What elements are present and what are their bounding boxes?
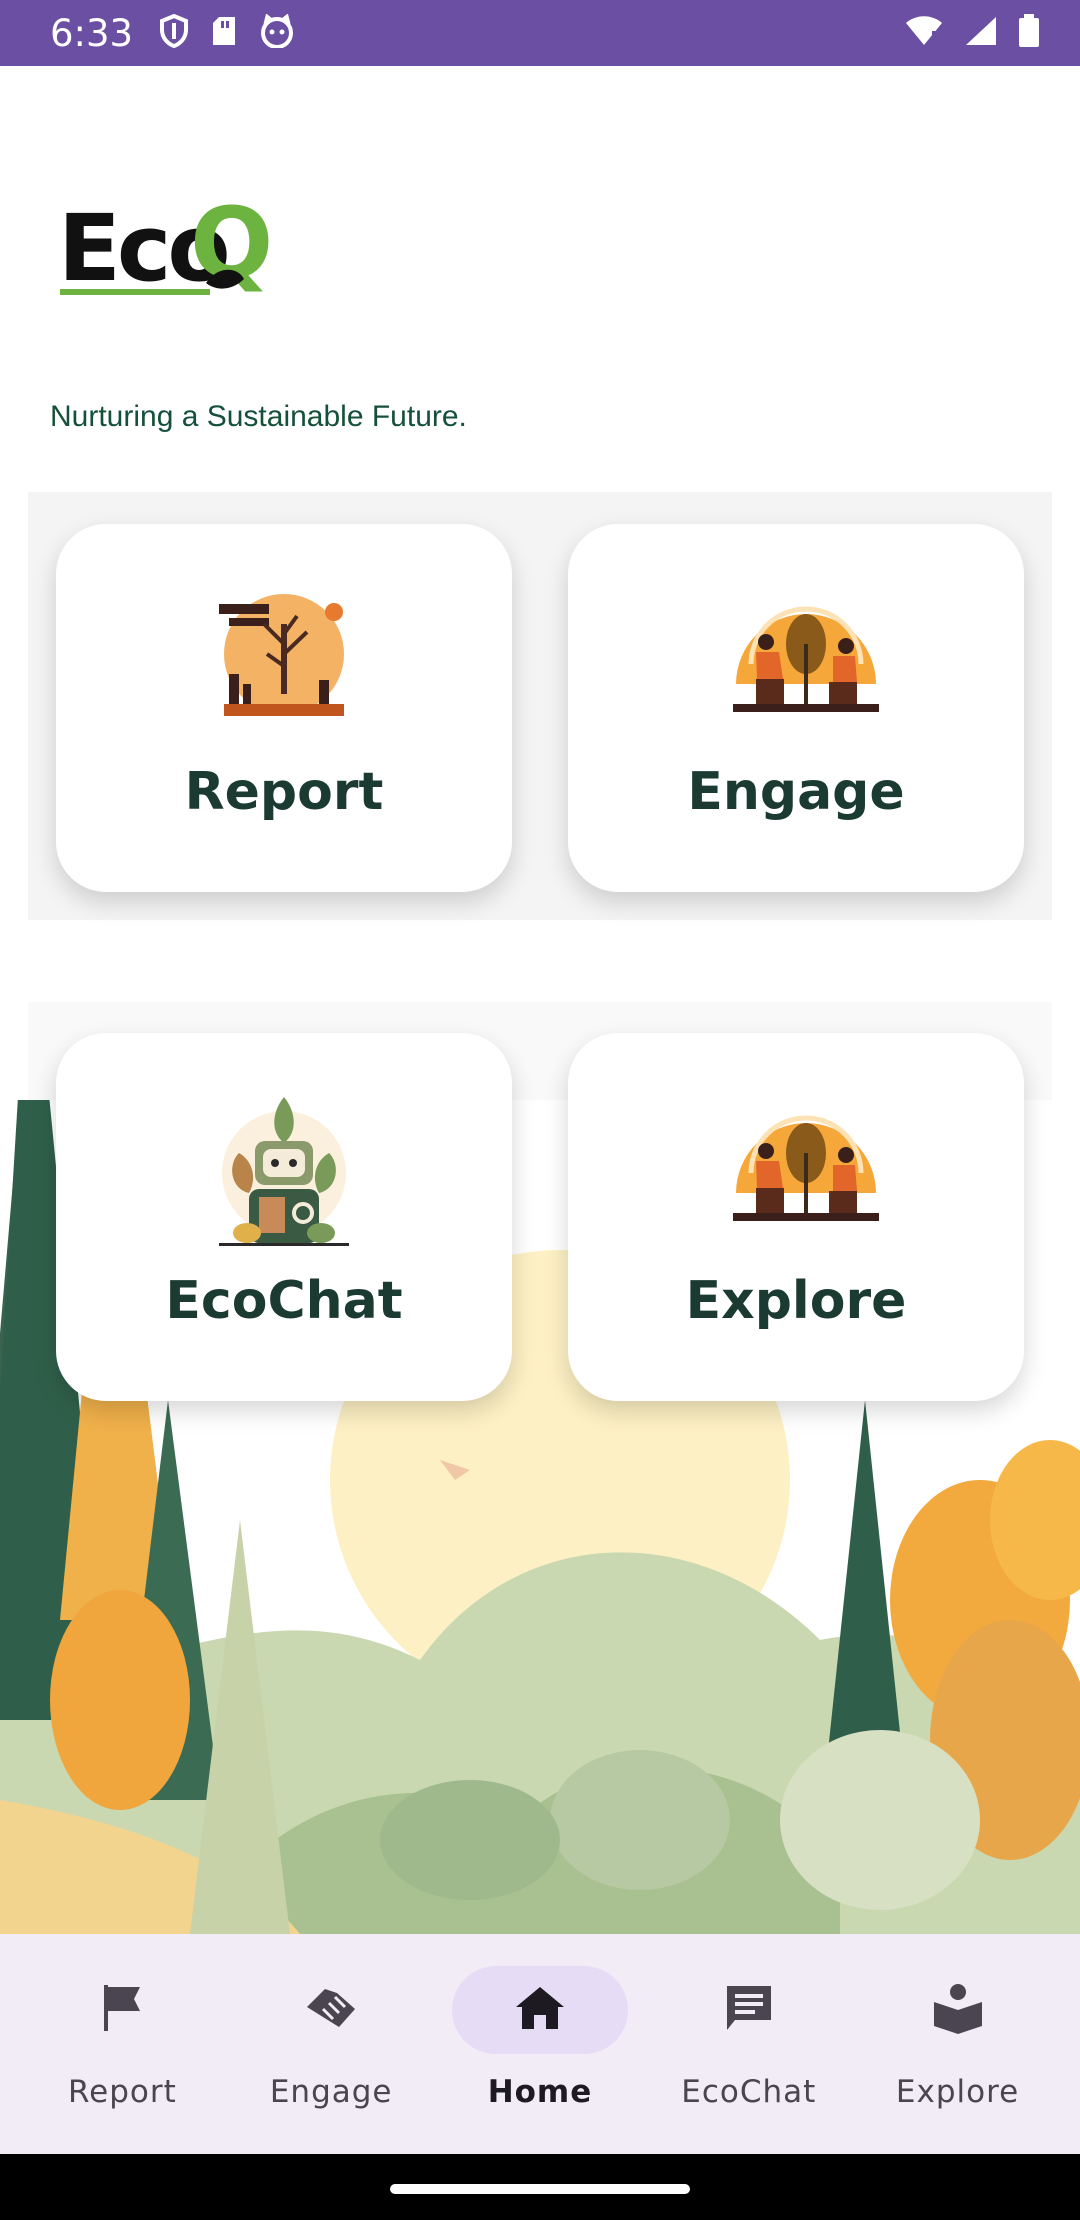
home-icon bbox=[514, 1985, 566, 2036]
nav-item-ecochat[interactable]: EcoChat bbox=[654, 1966, 844, 2110]
flag-icon bbox=[100, 1983, 144, 2038]
explore-card[interactable]: Explore bbox=[568, 1033, 1024, 1401]
plant-robot-illustration bbox=[209, 1093, 359, 1246]
nav-item-report[interactable]: Report bbox=[27, 1966, 217, 2110]
bottom-navigation: Report Engage Home EcoChat Explore bbox=[0, 1934, 1080, 2154]
system-gesture-bar bbox=[0, 2154, 1080, 2220]
wifi-icon bbox=[904, 15, 944, 52]
status-time: 6:33 bbox=[50, 11, 134, 55]
ecochat-card-label: EcoChat bbox=[165, 1271, 403, 1331]
explore-card-label: Explore bbox=[685, 1271, 907, 1331]
engage-card-label: Engage bbox=[687, 762, 905, 822]
polluted-tree-illustration bbox=[209, 584, 359, 724]
nav-label-engage: Engage bbox=[269, 2074, 393, 2110]
people-planting-tree-illustration bbox=[721, 1093, 879, 1233]
report-card[interactable]: Report bbox=[56, 524, 512, 892]
sd-card-icon bbox=[211, 15, 237, 52]
chat-icon bbox=[723, 1982, 775, 2039]
nav-label-explore: Explore bbox=[895, 2074, 1020, 2110]
home-gesture-handle[interactable] bbox=[390, 2184, 690, 2194]
nav-item-home[interactable]: Home bbox=[445, 1966, 635, 2110]
people-planting-tree-illustration bbox=[721, 584, 879, 724]
nav-label-report: Report bbox=[68, 2074, 177, 2110]
nav-item-engage[interactable]: Engage bbox=[236, 1966, 426, 2110]
nav-label-ecochat: EcoChat bbox=[681, 2074, 817, 2110]
handshake-icon bbox=[303, 1983, 359, 2038]
status-bar: 6:33 bbox=[0, 0, 1080, 66]
signal-icon bbox=[964, 15, 998, 52]
tagline: Nurturing a Sustainable Future. bbox=[50, 400, 467, 433]
cat-icon bbox=[259, 12, 295, 53]
book-person-icon bbox=[932, 1982, 984, 2039]
ecoq-logo: Eco Q bbox=[58, 187, 283, 302]
report-card-label: Report bbox=[184, 762, 384, 822]
battery-icon bbox=[1018, 13, 1040, 53]
nav-item-explore[interactable]: Explore bbox=[863, 1966, 1053, 2110]
shield-icon bbox=[159, 13, 189, 53]
nav-active-indicator bbox=[451, 1966, 628, 2054]
nav-label-home: Home bbox=[487, 2074, 593, 2110]
ecochat-card[interactable]: EcoChat bbox=[56, 1033, 512, 1401]
engage-card[interactable]: Engage bbox=[568, 524, 1024, 892]
